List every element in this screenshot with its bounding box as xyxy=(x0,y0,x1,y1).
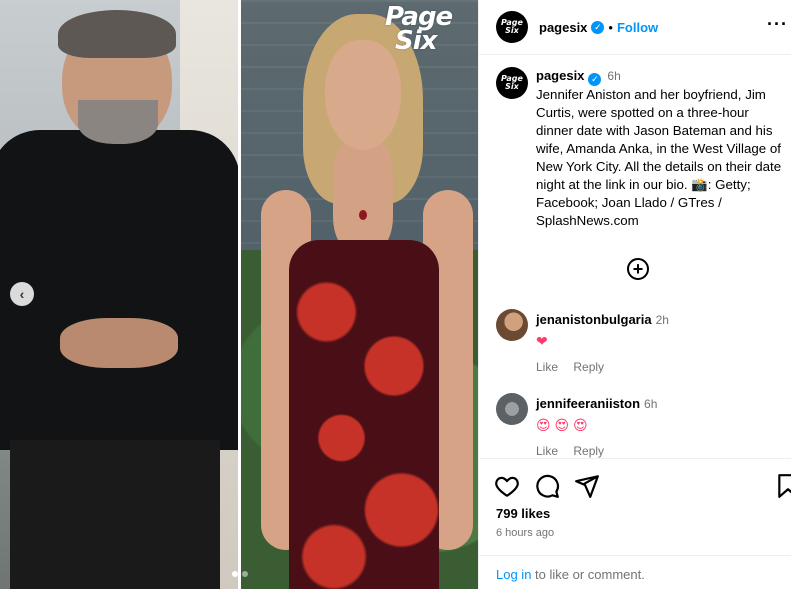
caption-body: pagesix ✓ 6h Jennifer Aniston and her boyf… xyxy=(536,67,786,230)
comment-time: 2h xyxy=(655,313,669,327)
username-link[interactable]: pagesix xyxy=(539,20,587,35)
carousel-dots xyxy=(232,571,248,577)
separator-dot: • xyxy=(608,19,613,35)
comment: jennifeeraniiston 6h 😍 😍 😍 Like Reply xyxy=(496,393,786,458)
post-media[interactable]: Page Six ‹ xyxy=(0,0,478,589)
action-bar xyxy=(479,458,791,510)
verified-badge-icon: ✓ xyxy=(588,72,602,86)
comment-username[interactable]: jenanistonbulgaria xyxy=(536,312,652,327)
login-prompt: Log in to like or comment. xyxy=(479,555,791,589)
post-caption: Page Six pagesix ✓ 6h Jennifer Aniston and… xyxy=(496,67,786,230)
caption-username[interactable]: pagesix xyxy=(536,68,584,83)
login-link[interactable]: Log in xyxy=(496,567,531,582)
chevron-left-icon: ‹ xyxy=(19,286,25,302)
comment-time: 6h xyxy=(644,397,658,411)
caption-time: 6h xyxy=(607,69,621,83)
post-header: Page Six pagesix ✓ • Follow ··· xyxy=(479,0,791,55)
comment-like-button[interactable]: Like xyxy=(536,360,558,374)
post-side-panel: Page Six pagesix ✓ • Follow ··· Page Six… xyxy=(478,0,791,589)
heart-icon[interactable] xyxy=(494,473,520,499)
avatar[interactable]: Page Six xyxy=(496,11,528,43)
verified-badge-icon: ✓ xyxy=(591,20,605,34)
carousel-dot xyxy=(242,571,248,577)
avatar[interactable] xyxy=(496,393,528,425)
follow-button[interactable]: Follow xyxy=(617,20,658,35)
comment: jenanistonbulgaria 2h ❤ Like Reply xyxy=(496,309,786,374)
comment-text: 😍 😍 😍 xyxy=(536,417,588,433)
comment-text: ❤ xyxy=(536,333,548,349)
share-icon[interactable] xyxy=(574,473,600,499)
login-suffix: to like or comment. xyxy=(531,567,645,582)
avatar[interactable]: Page Six xyxy=(496,67,528,99)
caption-text: Jennifer Aniston and her boyfriend, Jim … xyxy=(536,86,782,228)
post-timestamp: 6 hours ago xyxy=(496,527,555,539)
load-more-comments-icon[interactable]: + xyxy=(627,258,649,280)
comment-reply-button[interactable]: Reply xyxy=(573,360,604,374)
bookmark-icon[interactable] xyxy=(775,473,791,499)
comment-icon[interactable] xyxy=(534,473,560,499)
page-six-watermark: Page Six xyxy=(385,2,453,56)
comment-like-button[interactable]: Like xyxy=(536,444,558,458)
photo-man xyxy=(0,0,238,589)
more-options-icon[interactable]: ··· xyxy=(767,14,788,35)
likes-count[interactable]: 799 likes xyxy=(496,506,550,521)
carousel-prev-button[interactable]: ‹ xyxy=(10,282,34,306)
photo-woman xyxy=(241,0,478,589)
avatar[interactable] xyxy=(496,309,528,341)
comment-username[interactable]: jennifeeraniiston xyxy=(536,396,640,411)
carousel-dot xyxy=(232,571,238,577)
comment-reply-button[interactable]: Reply xyxy=(573,444,604,458)
